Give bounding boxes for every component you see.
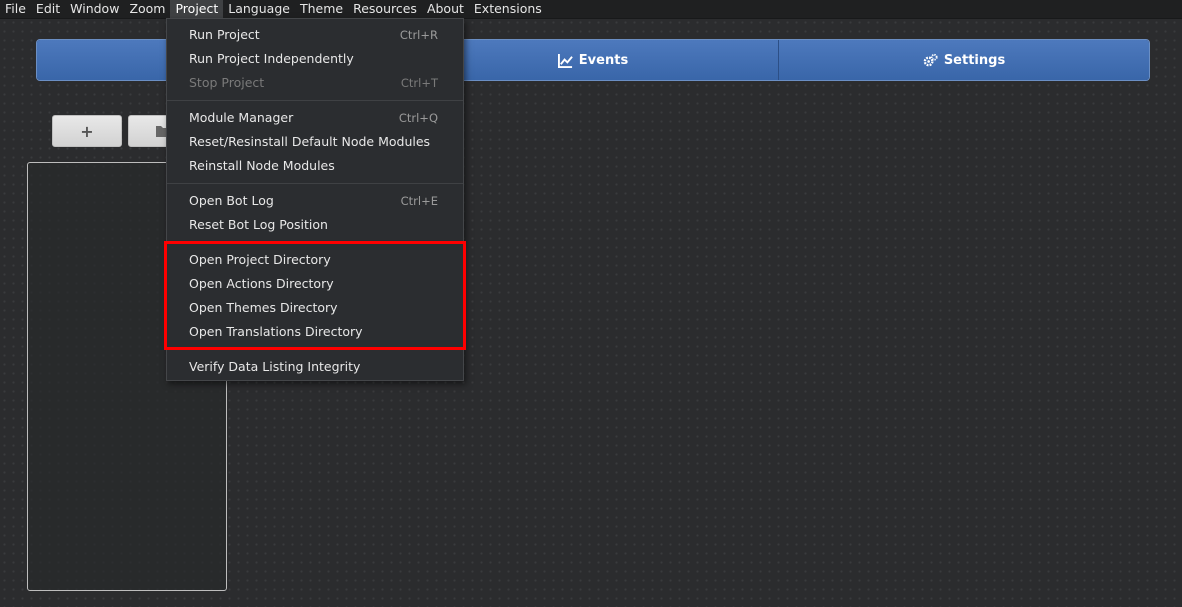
menu-extensions[interactable]: Extensions <box>469 0 547 18</box>
menu-separator <box>167 349 463 350</box>
menu-item-label: Run Project Independently <box>189 51 354 66</box>
menu-item-label: Open Themes Directory <box>189 300 338 315</box>
menu-file[interactable]: File <box>0 0 31 18</box>
menu-separator <box>167 100 463 101</box>
shortcut-label: Ctrl+T <box>400 76 438 90</box>
project-menu-dropdown: Run Project Ctrl+R Run Project Independe… <box>166 18 464 381</box>
menu-item-run-independently[interactable]: Run Project Independently <box>167 47 463 71</box>
menu-item-verify-integrity[interactable]: Verify Data Listing Integrity <box>167 355 463 379</box>
add-button[interactable]: + <box>52 115 122 147</box>
gears-icon <box>923 53 938 66</box>
menu-item-label: Reset/Resinstall Default Node Modules <box>189 134 431 149</box>
menu-item-label: Stop Project <box>189 75 265 90</box>
menu-language[interactable]: Language <box>223 0 295 18</box>
add-button-label: + <box>80 121 94 141</box>
menu-item-label: Module Manager <box>189 110 294 125</box>
menu-separator <box>167 183 463 184</box>
menu-edit[interactable]: Edit <box>31 0 65 18</box>
tab-settings-label: Settings <box>943 52 1006 68</box>
shortcut-label: Ctrl+Q <box>398 111 438 125</box>
menu-item-label: Verify Data Listing Integrity <box>189 359 361 374</box>
menu-resources[interactable]: Resources <box>348 0 422 18</box>
menu-item-open-translations-directory[interactable]: Open Translations Directory <box>167 320 463 344</box>
menu-item-label: Open Actions Directory <box>189 276 334 291</box>
menu-item-open-bot-log[interactable]: Open Bot Log Ctrl+E <box>167 189 463 213</box>
menu-item-open-themes-directory[interactable]: Open Themes Directory <box>167 296 463 320</box>
line-chart-icon <box>557 53 573 68</box>
menu-item-reset-node-modules[interactable]: Reset/Resinstall Default Node Modules <box>167 130 463 154</box>
menu-item-label: Reinstall Node Modules <box>189 158 335 173</box>
menu-item-reinstall-node-modules[interactable]: Reinstall Node Modules <box>167 154 463 178</box>
menu-item-label: Reset Bot Log Position <box>189 217 328 232</box>
tab-settings[interactable]: Settings <box>779 40 1149 80</box>
menu-window[interactable]: Window <box>65 0 124 18</box>
menu-item-label: Open Bot Log <box>189 193 274 208</box>
menu-item-label: Open Translations Directory <box>189 324 363 339</box>
menu-about[interactable]: About <box>422 0 469 18</box>
menu-zoom[interactable]: Zoom <box>124 0 170 18</box>
menu-item-run-project[interactable]: Run Project Ctrl+R <box>167 23 463 47</box>
menu-theme[interactable]: Theme <box>295 0 348 18</box>
menu-project[interactable]: Project <box>170 0 224 18</box>
menu-item-stop-project: Stop Project Ctrl+T <box>167 71 463 95</box>
menu-item-label: Open Project Directory <box>189 252 331 267</box>
menu-bar: File Edit Window Zoom Project Language T… <box>0 0 1182 19</box>
menu-item-label: Run Project <box>189 27 260 42</box>
tab-events-label: Events <box>578 52 629 68</box>
menu-separator <box>167 242 463 243</box>
menu-item-open-project-directory[interactable]: Open Project Directory <box>167 248 463 272</box>
menu-item-open-actions-directory[interactable]: Open Actions Directory <box>167 272 463 296</box>
shortcut-label: Ctrl+E <box>400 194 438 208</box>
menu-item-module-manager[interactable]: Module Manager Ctrl+Q <box>167 106 463 130</box>
shortcut-label: Ctrl+R <box>399 28 438 42</box>
menu-item-reset-bot-log[interactable]: Reset Bot Log Position <box>167 213 463 237</box>
